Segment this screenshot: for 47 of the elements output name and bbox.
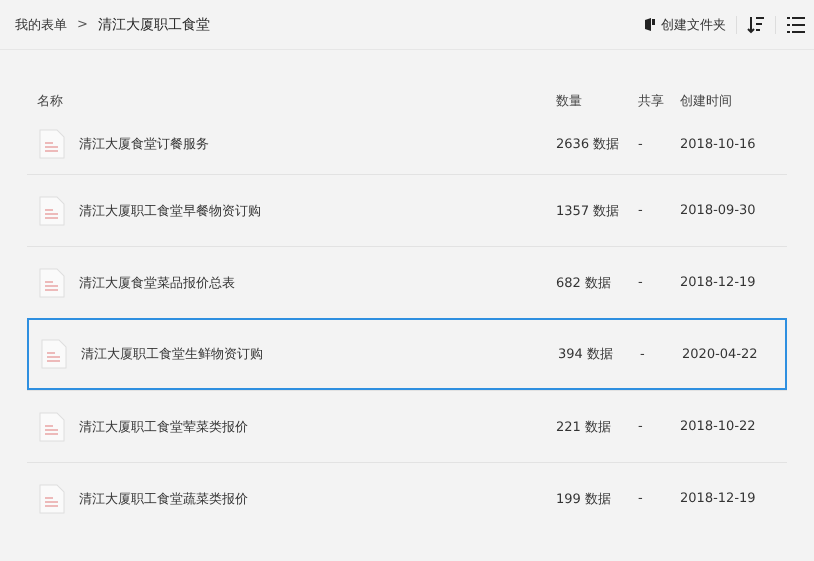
created-date: 2018-09-30	[680, 203, 757, 218]
document-icon	[39, 412, 65, 442]
created-date: 2020-04-22	[682, 346, 759, 362]
form-name: 清江大厦职工食堂荤菜类报价	[79, 418, 248, 436]
list-icon	[786, 14, 806, 34]
share-status: -	[638, 491, 644, 506]
column-header: 创建时间	[680, 93, 733, 110]
form-name: 清江大厦职工食堂生鲜物资订购	[81, 346, 263, 363]
form-name: 清江大厦职工食堂早餐物资订购	[79, 202, 261, 220]
form-name: 清江大厦食堂订餐服务	[79, 136, 209, 153]
share-status: -	[638, 419, 644, 434]
data-count: 682 数据	[556, 274, 612, 292]
share-status: -	[638, 203, 644, 218]
breadcrumb-separator: >	[77, 17, 88, 32]
column-header: 共享	[638, 93, 665, 110]
document-icon	[39, 268, 65, 298]
breadcrumb-link[interactable]: 清江大厦职工食堂	[98, 16, 210, 34]
data-count: 221 数据	[556, 418, 612, 436]
form-name: 清江大厦食堂菜品报价总表	[79, 274, 235, 292]
folder-icon	[644, 18, 656, 31]
created-date: 2018-12-19	[680, 275, 757, 290]
column-header: 名称	[37, 93, 64, 110]
column-header: 数量	[556, 93, 583, 110]
document-icon	[39, 484, 65, 514]
data-count: 394 数据	[558, 346, 614, 363]
created-date: 2018-10-22	[680, 419, 757, 434]
form-row[interactable]: 清江大厦职工食堂蔬菜类报价 199 数据 - 2018-12-19	[27, 462, 787, 534]
document-icon	[39, 196, 65, 226]
created-date: 2018-10-16	[680, 136, 757, 152]
breadcrumb-link[interactable]: 我的表单	[15, 16, 67, 34]
created-date: 2018-12-19	[680, 491, 757, 506]
form-name: 清江大厦职工食堂蔬菜类报价	[79, 490, 248, 508]
data-count: 199 数据	[556, 490, 612, 508]
create-folder-button[interactable]: 创建文件夹	[642, 14, 728, 36]
share-status: -	[638, 275, 644, 290]
share-status: -	[638, 136, 644, 152]
document-icon	[41, 339, 67, 369]
document-icon	[39, 129, 65, 159]
share-status: -	[640, 346, 646, 362]
data-count: 1357 数据	[556, 202, 620, 220]
form-row[interactable]: 清江大厦职工食堂生鲜物资订购 394 数据 - 2020-04-22	[27, 318, 787, 390]
form-row[interactable]: 清江大厦职工食堂荤菜类报价 221 数据 - 2018-10-22	[27, 390, 787, 462]
sort-icon	[747, 14, 765, 34]
form-row[interactable]: 清江大厦食堂菜品报价总表 682 数据 - 2018-12-19	[27, 246, 787, 318]
form-row[interactable]: 清江大厦食堂订餐服务 2636 数据 - 2018-10-16	[27, 114, 787, 174]
data-count: 2636 数据	[556, 136, 620, 153]
form-row[interactable]: 清江大厦职工食堂早餐物资订购 1357 数据 - 2018-09-30	[27, 174, 787, 246]
